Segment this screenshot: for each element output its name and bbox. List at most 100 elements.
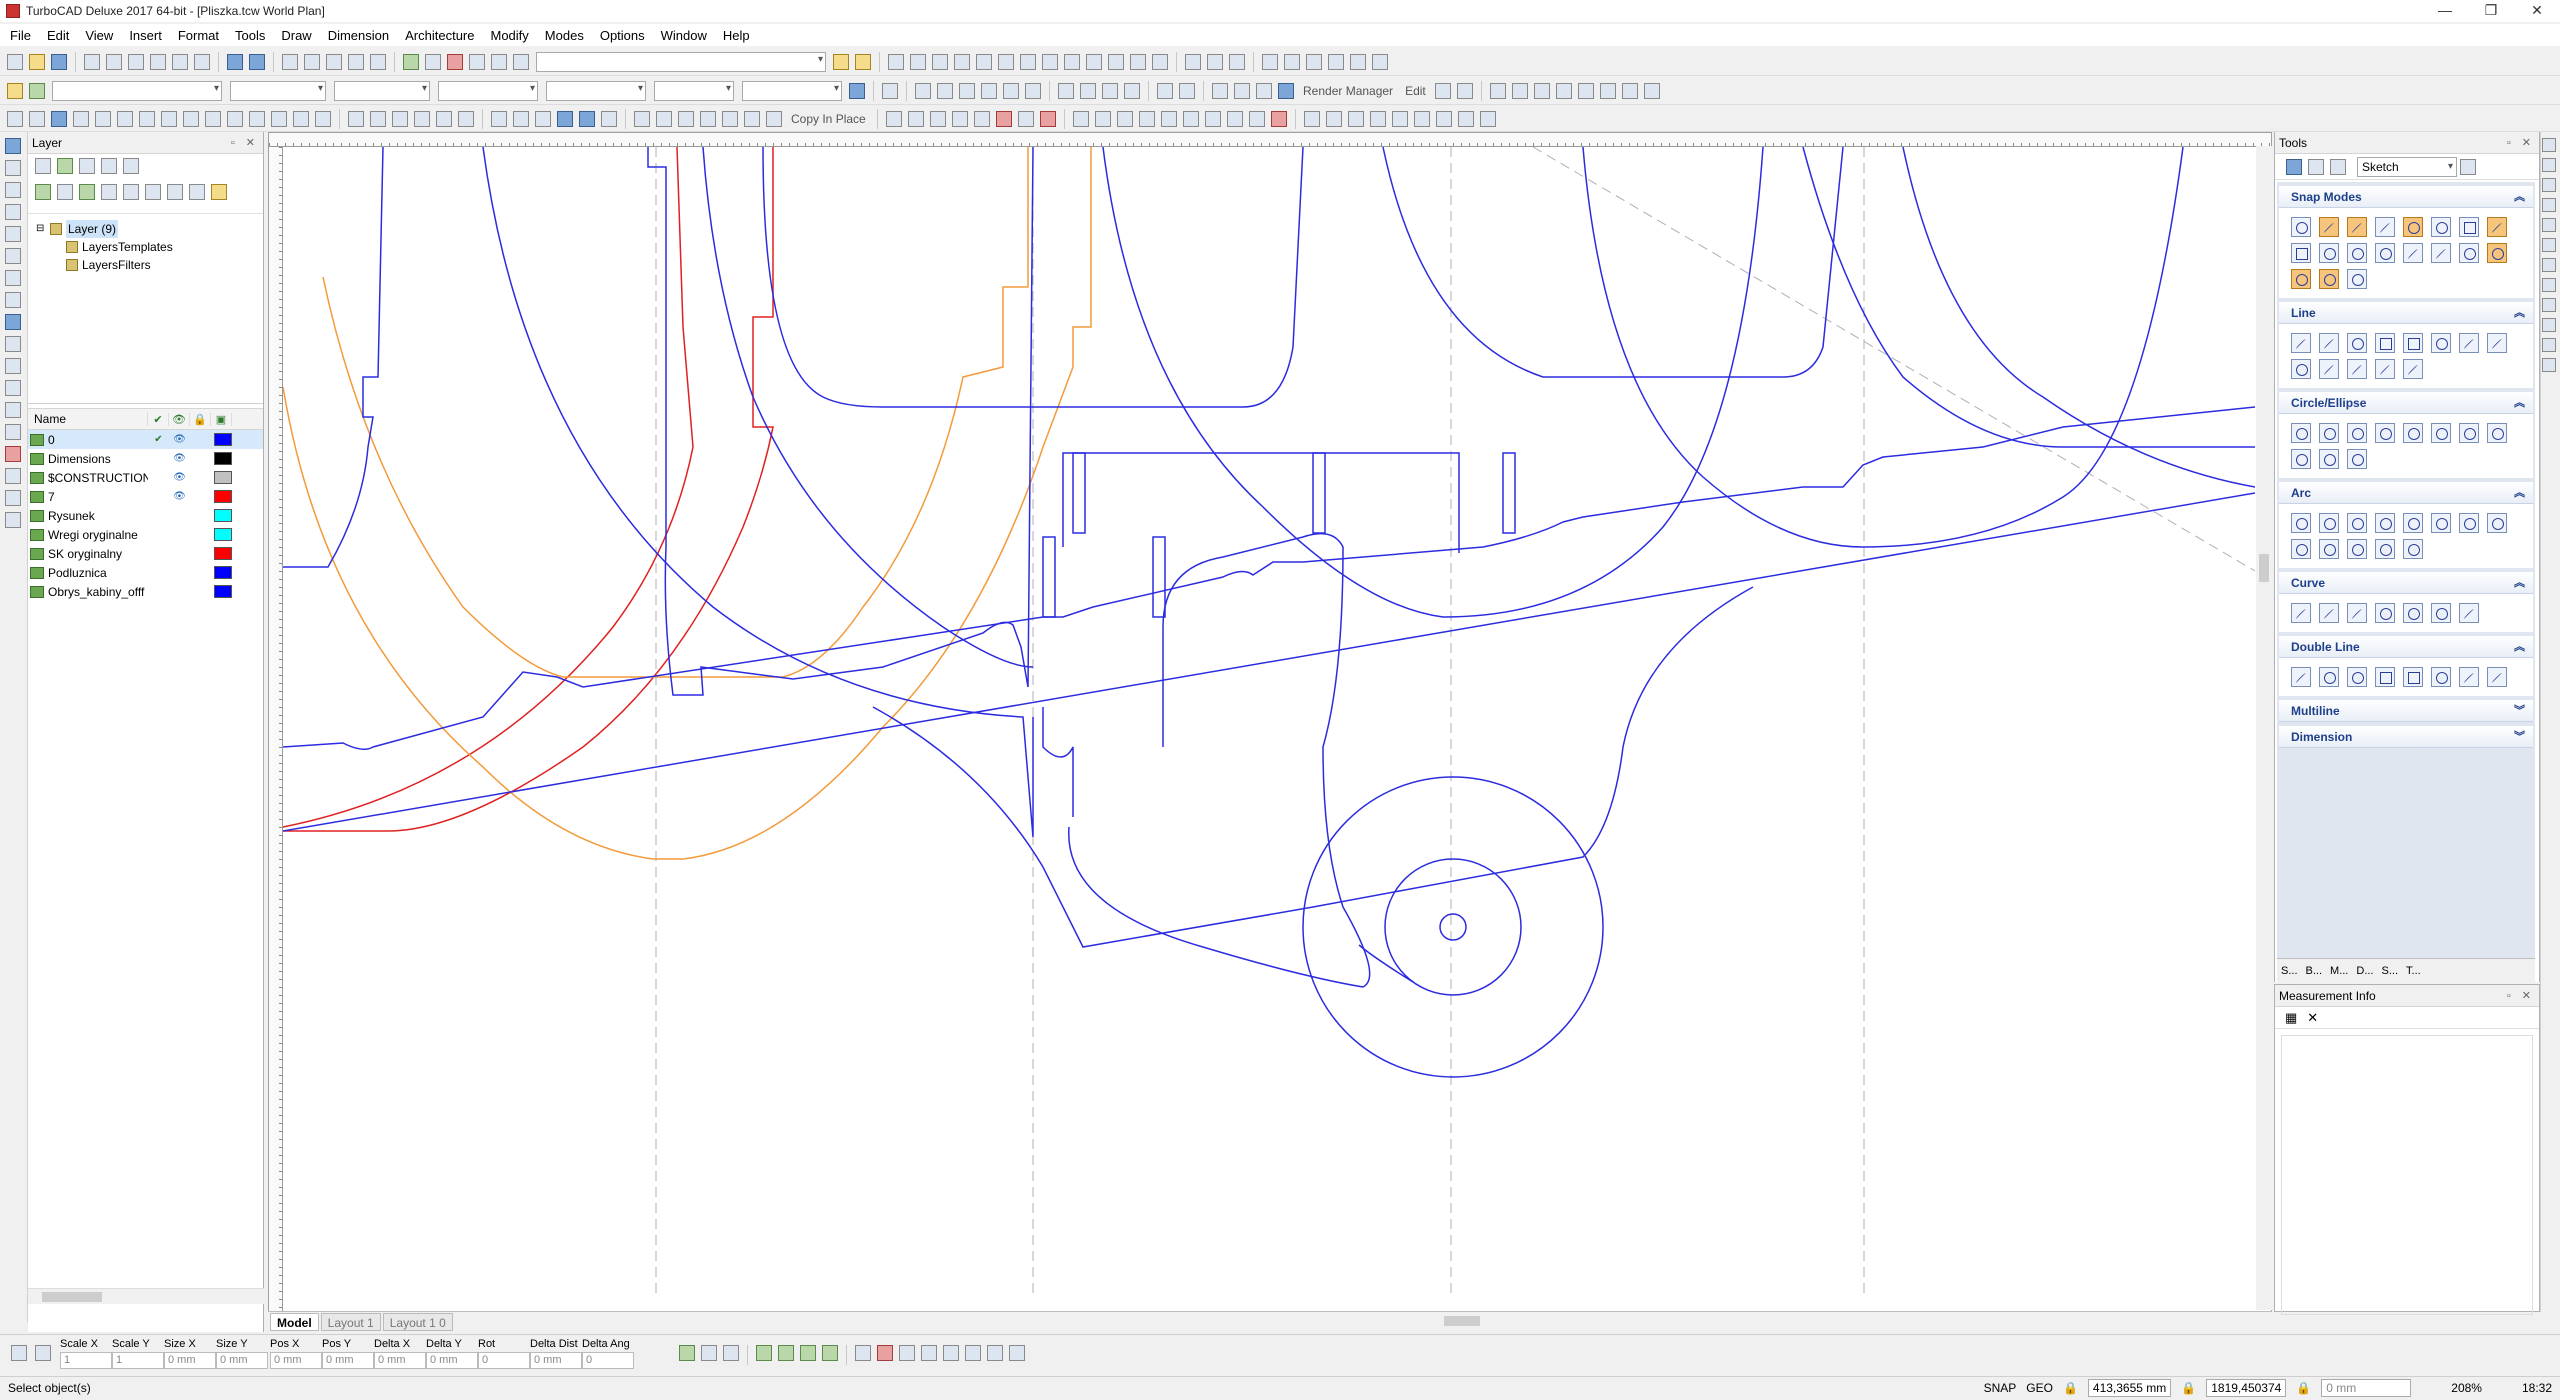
spline-icon[interactable] [2291, 603, 2311, 623]
render-manager-icon[interactable] [1278, 82, 1294, 99]
tangent-line-icon[interactable] [2291, 359, 2311, 379]
snap-tangent-icon[interactable] [2459, 217, 2479, 237]
torus-icon[interactable] [1003, 82, 1019, 99]
snap-indicator[interactable]: SNAP [1984, 1381, 2017, 1395]
snap-center-2-icon[interactable] [1479, 110, 1496, 127]
lock-icon[interactable]: 🔒 [2296, 1381, 2311, 1395]
rectangle-tool-icon[interactable] [929, 110, 946, 127]
stop-tool-icon[interactable] [5, 446, 21, 462]
bisector-line-icon[interactable] [2403, 359, 2423, 379]
select-icon[interactable] [7, 110, 23, 127]
curve-fit-icon[interactable] [2431, 603, 2451, 623]
view-right-icon[interactable] [2542, 298, 2556, 312]
workplane-world-icon[interactable] [1284, 53, 1300, 70]
plane-icon[interactable] [1157, 82, 1173, 99]
group-header[interactable]: Snap Modes ︽ [2279, 186, 2533, 208]
hatch-tool-icon[interactable] [5, 314, 21, 330]
field-input[interactable]: 0 [582, 1352, 634, 1369]
new-layer-icon[interactable] [35, 158, 51, 174]
rectangle-icon[interactable] [2403, 333, 2423, 353]
snap-align-icon[interactable] [1391, 110, 1408, 127]
double-circle-icon[interactable] [2347, 667, 2367, 687]
block-icon[interactable] [370, 110, 386, 127]
arc-center-icon[interactable] [2291, 513, 2311, 533]
tree-item-templates[interactable]: LayersTemplates [36, 238, 263, 256]
snap-relative-icon[interactable] [2291, 269, 2311, 289]
snap-middle-icon[interactable] [2319, 217, 2339, 237]
new-layer-template-icon[interactable] [57, 158, 73, 174]
layer-up-icon[interactable] [145, 184, 161, 200]
col-current[interactable]: ✔ [148, 412, 169, 426]
group-header[interactable]: Multiline ︾ [2279, 700, 2533, 722]
3d-icon[interactable] [2330, 158, 2346, 175]
break-icon[interactable] [315, 110, 331, 127]
camera-icon[interactable] [1533, 82, 1550, 99]
copy-place-7-icon[interactable] [766, 110, 782, 127]
snap-nearest-icon[interactable] [2487, 217, 2507, 237]
linetype-combo[interactable] [334, 80, 430, 101]
sphere-icon[interactable] [981, 82, 997, 99]
extend-icon[interactable] [205, 110, 221, 127]
copy-place-6-icon[interactable] [744, 110, 760, 127]
tab-model[interactable]: Model [270, 1312, 319, 1331]
layer-hscrollbar[interactable] [28, 1288, 264, 1304]
light-icon[interactable] [1511, 82, 1528, 99]
menu-format[interactable]: Format [178, 28, 219, 43]
hatch-icon[interactable] [392, 110, 408, 127]
eye-icon[interactable]: 👁 [169, 453, 190, 464]
selector-icon[interactable] [469, 53, 485, 70]
arc-tangent-3-icon[interactable] [2291, 539, 2311, 559]
menu-window[interactable]: Window [661, 28, 707, 43]
pin-icon[interactable] [1179, 82, 1195, 99]
subtract-icon[interactable] [579, 110, 595, 127]
layer-row[interactable]: Podluznica [28, 563, 263, 582]
restore-button[interactable]: ❐ [2468, 0, 2514, 22]
arc-half-icon[interactable] [2347, 539, 2367, 559]
dim-stop-icon[interactable] [1270, 110, 1287, 127]
zoom-extents-icon[interactable] [348, 53, 364, 70]
snap-track-icon[interactable] [1369, 110, 1386, 127]
eye-icon[interactable]: 👁 [169, 434, 190, 445]
print-preview-icon[interactable] [106, 53, 122, 70]
collapse-icon[interactable]: ︽ [2514, 636, 2525, 658]
menu-options[interactable]: Options [600, 28, 645, 43]
snap-relative-icon[interactable] [1413, 110, 1430, 127]
pointer-icon[interactable] [2286, 158, 2302, 175]
rotate-90-icon[interactable] [943, 1345, 959, 1361]
snap-grid-icon[interactable] [1064, 53, 1080, 70]
view-pan-icon[interactable] [2542, 158, 2556, 172]
collapse-icon[interactable]: ︽ [2514, 392, 2525, 414]
snap-magnet-icon[interactable] [2487, 243, 2507, 263]
drawing-area[interactable] [268, 132, 2272, 1312]
collapse-icon[interactable]: ︽ [2514, 572, 2525, 594]
arc-chord-icon[interactable] [2403, 539, 2423, 559]
menu-dimension[interactable]: Dimension [328, 28, 389, 43]
menu-draw[interactable]: Draw [281, 28, 311, 43]
minimize-button[interactable]: — [2422, 0, 2468, 22]
layer-merge-icon[interactable] [101, 184, 117, 200]
command-combo[interactable] [536, 51, 826, 72]
layer-pen-icon[interactable] [882, 82, 898, 99]
group-header[interactable]: Line ︽ [2279, 302, 2533, 324]
measure-tool-icon[interactable] [5, 468, 21, 484]
mirror-mode-icon[interactable] [822, 1345, 838, 1361]
field-input[interactable]: 0 mm [216, 1352, 268, 1369]
tools-mode-select[interactable]: Sketch [2357, 156, 2457, 177]
library-icon[interactable] [833, 53, 849, 70]
edit-icon[interactable] [2308, 158, 2324, 175]
render-hidden-icon[interactable] [1234, 82, 1250, 99]
cylinder-icon[interactable] [937, 82, 953, 99]
dim-ordinate-icon[interactable] [1226, 110, 1243, 127]
redraw-icon[interactable] [370, 53, 386, 70]
scale-icon[interactable] [73, 110, 89, 127]
snap-quadrant-icon[interactable] [954, 53, 970, 70]
layer-color-swatch[interactable] [214, 452, 232, 465]
expand-icon[interactable]: ⊟ [36, 220, 46, 238]
render-quality-icon[interactable] [1256, 82, 1272, 99]
field-input[interactable]: 1 [112, 1352, 164, 1369]
dim-linear-icon[interactable] [1072, 110, 1089, 127]
snap-ortho-icon[interactable] [1325, 110, 1342, 127]
open-icon[interactable] [29, 53, 45, 70]
spline-tool-icon[interactable] [995, 110, 1012, 127]
tab-blocks[interactable]: B... [2306, 965, 2323, 977]
